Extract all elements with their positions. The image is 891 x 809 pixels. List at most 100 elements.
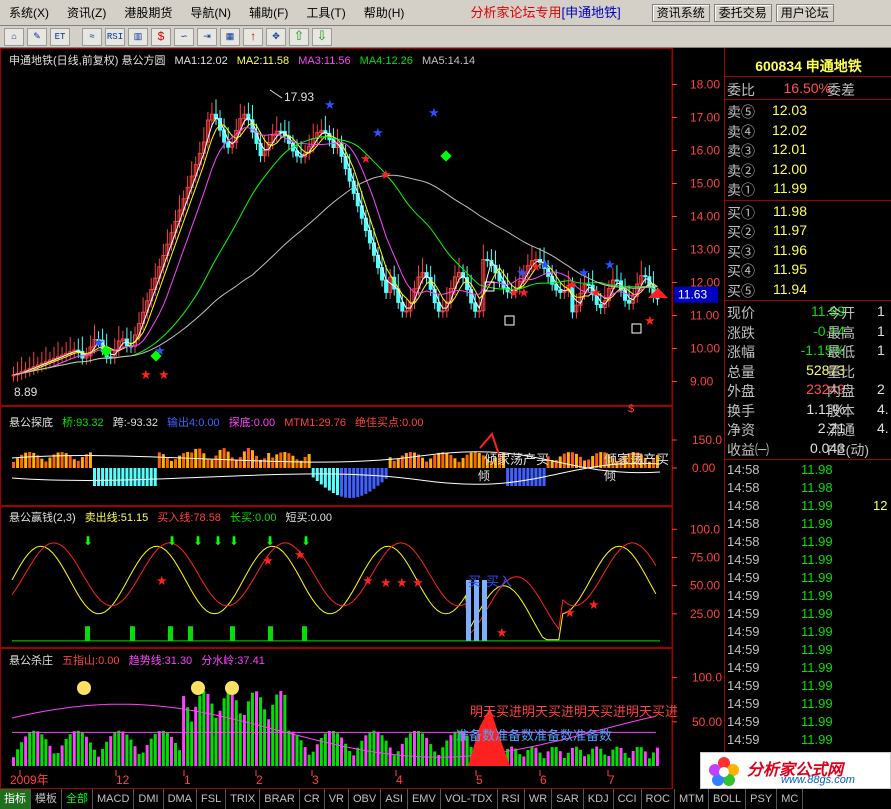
volume-bar: [259, 697, 263, 766]
ask-row: 卖④ 12.02: [727, 121, 807, 140]
long-buy-bar: [188, 626, 193, 641]
menu-help[interactable]: 帮助(H): [355, 0, 414, 26]
up-arrow-icon[interactable]: ↑: [243, 27, 263, 46]
tick-row: 14:58 11.99: [727, 516, 833, 531]
bar-chart-icon[interactable]: ▥: [128, 27, 148, 46]
indicator-bar: [250, 450, 254, 468]
move-icon[interactable]: ✥: [266, 27, 286, 46]
tab-vol-tdx[interactable]: VOL-TDX: [441, 789, 498, 809]
tab-roc[interactable]: ROC: [642, 789, 675, 809]
annotation-text: 倾家荡产买: [484, 452, 549, 467]
volume-bar: [295, 734, 299, 766]
volume-bar: [396, 751, 400, 766]
tab-rsi[interactable]: RSI: [498, 789, 525, 809]
ma5-label: MA5:14.14: [421, 55, 476, 67]
line-chart-icon[interactable]: ≈: [82, 27, 102, 46]
menu-tools[interactable]: 工具(T): [297, 0, 354, 26]
indicator-bar: [169, 460, 173, 468]
star-marker-icon: ★: [518, 285, 530, 300]
volume-bar: [534, 747, 538, 766]
tab-kdj[interactable]: KDJ: [584, 789, 614, 809]
indicator-bar: [376, 468, 380, 486]
volume-bar: [327, 731, 331, 766]
indicator-bar: [93, 468, 96, 486]
chart-area[interactable]: 18.00 17.00 16.00 15.00 14.00 13.00 12.00 11.00…: [0, 48, 724, 789]
ask-row: 卖⑤ 12.03: [727, 102, 807, 120]
panel2-item: 卖出线:51.15: [84, 512, 149, 524]
tab-obv[interactable]: OBV: [349, 789, 382, 809]
tab-emv[interactable]: EMV: [408, 789, 441, 809]
short-buy-bar: [482, 580, 487, 641]
indicator-bar: [182, 453, 186, 468]
star-marker-icon: ★: [428, 105, 440, 120]
down-green-icon[interactable]: ⇩: [312, 27, 332, 46]
y-tick-label: 0.00: [692, 461, 716, 475]
volume-bar: [599, 748, 603, 766]
candle-body: [598, 303, 603, 309]
tab-模板[interactable]: 模板: [31, 789, 62, 809]
star-marker-icon: ★: [604, 257, 616, 272]
volume-bar: [218, 710, 222, 766]
candle-body: [384, 279, 389, 293]
tab-psy[interactable]: PSY: [746, 789, 778, 809]
multi-icon[interactable]: ▦: [220, 27, 240, 46]
tab-dma[interactable]: DMA: [164, 789, 198, 809]
tab-brar[interactable]: BRAR: [260, 789, 300, 809]
tab-mtm[interactable]: MTM: [675, 789, 710, 809]
tab-mc[interactable]: MC: [777, 789, 804, 809]
rsi-icon[interactable]: RSI: [105, 27, 125, 46]
tab-macd[interactable]: MACD: [93, 789, 135, 809]
indicator-bar: [587, 459, 591, 468]
tab-asi[interactable]: ASI: [381, 789, 408, 809]
tick-row: 14:5911.99: [727, 732, 833, 747]
tab-sar[interactable]: SAR: [552, 789, 584, 809]
indicator-bar: [56, 452, 60, 468]
menu-navigate[interactable]: 导航(N): [181, 0, 240, 26]
tab-全部[interactable]: 全部: [62, 789, 93, 809]
indicator-bar: [323, 468, 327, 488]
tab-wr[interactable]: WR: [525, 789, 553, 809]
volume-bar: [319, 737, 323, 766]
news-system-button[interactable]: 资讯系统: [651, 3, 710, 22]
x-tick-label: 12: [116, 773, 130, 787]
tab-cci[interactable]: CCI: [614, 789, 642, 809]
menu-hk-futures[interactable]: 港股期货: [115, 0, 181, 26]
volume-bar: [566, 752, 570, 766]
tab-trix[interactable]: TRIX: [226, 789, 261, 809]
forum-button[interactable]: 用户论坛: [775, 3, 834, 22]
trade-button[interactable]: 委托交易: [713, 3, 772, 22]
indicator-bar: [364, 468, 368, 494]
volume-bar: [574, 746, 578, 766]
indicator-bar: [283, 452, 287, 468]
tab-vr[interactable]: VR: [325, 789, 349, 809]
tab-指标[interactable]: 指标: [0, 789, 31, 809]
y-tick-label: 100.0: [692, 671, 722, 685]
stat-row: 净资 2.21 流通 4.: [727, 420, 889, 438]
current-price-tag: 11.63: [678, 288, 707, 302]
menu-assist[interactable]: 辅助(F): [240, 0, 297, 26]
volume-bar: [44, 739, 48, 766]
list-icon[interactable]: ET: [50, 27, 70, 46]
indicator-bar: [113, 468, 117, 486]
dollar-icon[interactable]: $: [151, 27, 171, 46]
tab-boll[interactable]: BOLL: [709, 789, 747, 809]
volume-bar: [538, 752, 542, 766]
draw-icon[interactable]: ✎: [27, 27, 47, 46]
indicator-bar: [230, 457, 234, 468]
tab-dmi[interactable]: DMI: [134, 789, 164, 809]
bid-row: 买② 11.97: [727, 222, 807, 240]
tick-row: 14:5911.99: [727, 660, 833, 675]
enter-icon[interactable]: ⇥: [197, 27, 217, 46]
menu-news[interactable]: 资讯(Z): [58, 0, 115, 26]
volume-bar: [186, 707, 190, 766]
home-icon[interactable]: ⌂: [4, 27, 24, 46]
link-icon[interactable]: ∽: [174, 27, 194, 46]
up-green-icon[interactable]: ⇧: [289, 27, 309, 46]
panel1-legend: 悬公探底 桥:93.32 跨:-93.32 输出4:0.00 探底:0.00 M…: [9, 414, 430, 430]
volume-bar: [133, 746, 137, 766]
tab-cr[interactable]: CR: [300, 789, 325, 809]
menu-system[interactable]: 系统(X): [0, 0, 58, 26]
indicator-bar: [242, 451, 246, 468]
ma3-label: MA3:11.56: [298, 55, 351, 67]
tab-fsl[interactable]: FSL: [197, 789, 227, 809]
